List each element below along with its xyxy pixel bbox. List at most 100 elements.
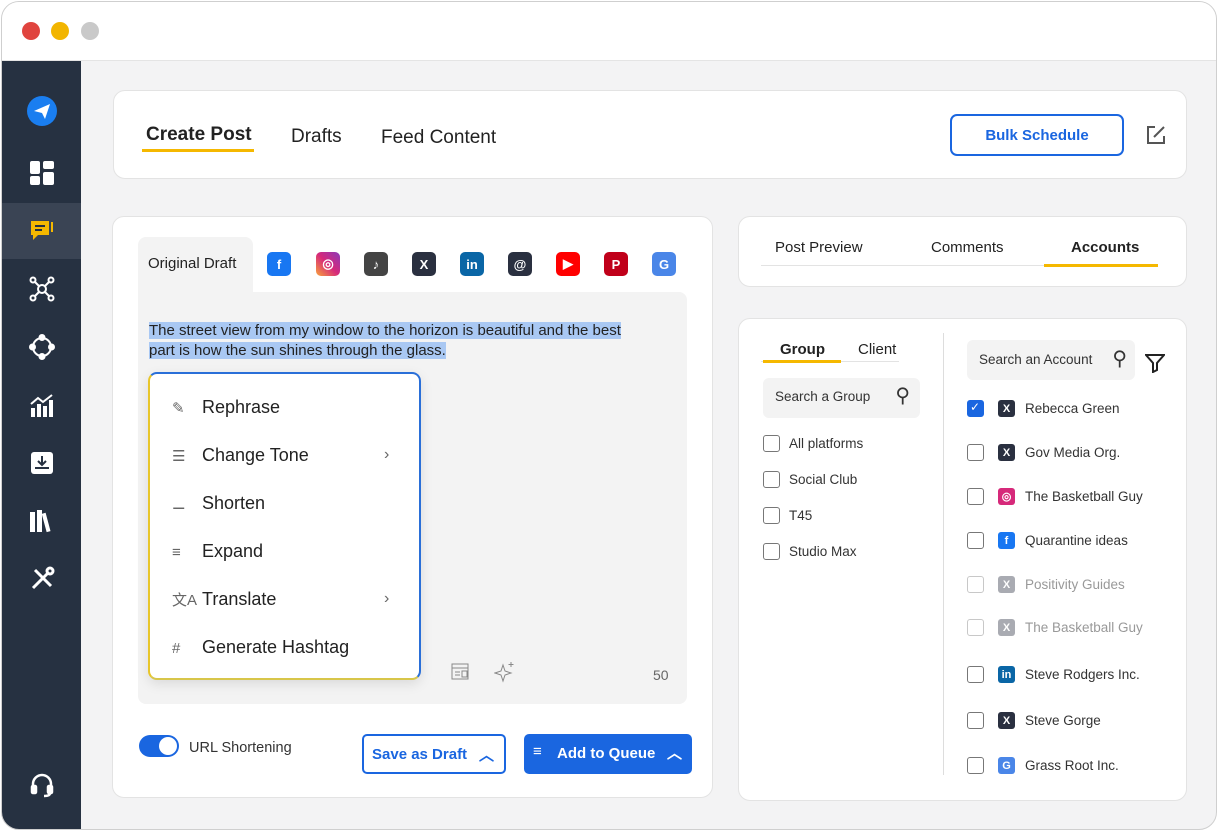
account-checkbox[interactable] xyxy=(967,532,984,549)
close-window-button[interactable] xyxy=(22,22,40,40)
library-icon[interactable] xyxy=(2,493,81,549)
group-checkbox[interactable] xyxy=(763,435,780,452)
account-checkbox[interactable] xyxy=(967,619,984,636)
active-tab-underline xyxy=(1044,264,1158,267)
post-text[interactable]: The street view from my window to the ho… xyxy=(149,321,621,361)
linkedin-icon[interactable]: in xyxy=(460,252,484,276)
ai-assist-menu xyxy=(148,372,421,680)
linkedin-icon: in xyxy=(998,666,1015,683)
dashboard-icon[interactable] xyxy=(2,145,81,201)
group-checkbox[interactable] xyxy=(763,507,780,524)
x-icon: X xyxy=(998,400,1015,417)
bulk-schedule-button[interactable]: Bulk Schedule xyxy=(950,114,1124,156)
group-checkbox[interactable] xyxy=(763,543,780,560)
account-checkbox[interactable] xyxy=(967,757,984,774)
x-icon: X xyxy=(998,619,1015,636)
filter-icon[interactable] xyxy=(1145,353,1165,373)
group-checkbox[interactable] xyxy=(763,471,780,488)
account-name: Quarantine ideas xyxy=(1025,533,1128,548)
active-tab-underline xyxy=(763,360,841,363)
menu-item-expand[interactable]: ≡Expand xyxy=(172,541,263,562)
chevron-up-icon[interactable]: ︿ xyxy=(479,744,494,765)
url-shortening-label: URL Shortening xyxy=(189,740,292,756)
account-checkbox[interactable]: ✓ xyxy=(967,400,984,417)
url-shortening-toggle[interactable] xyxy=(139,735,179,757)
account-checkbox[interactable] xyxy=(967,712,984,729)
tab-comments[interactable]: Comments xyxy=(931,239,1004,256)
tab-client[interactable]: Client xyxy=(858,341,896,358)
chevron-right-icon: › xyxy=(384,590,389,608)
queue-icon: ≡ xyxy=(533,743,542,760)
tab-create-post[interactable]: Create Post xyxy=(146,124,252,146)
threads-icon[interactable]: @ xyxy=(508,252,532,276)
instagram-icon[interactable]: ◎ xyxy=(316,252,340,276)
menu-item-translate[interactable]: 文ATranslate xyxy=(172,589,276,610)
chevron-up-icon[interactable]: ︿ xyxy=(667,742,682,763)
column-divider xyxy=(943,333,944,775)
facebook-icon[interactable]: f xyxy=(267,252,291,276)
google-business-icon[interactable]: G xyxy=(652,252,676,276)
search-icon[interactable]: ⚲ xyxy=(895,383,910,408)
translate-icon: 文A xyxy=(172,589,202,610)
ai-sparkle-icon[interactable] xyxy=(494,661,516,683)
menu-item-generate-hashtag[interactable]: #Generate Hashtag xyxy=(172,637,349,658)
title-bar xyxy=(2,2,1216,61)
account-name: The Basketball Guy xyxy=(1025,620,1143,635)
support-icon[interactable] xyxy=(2,757,81,813)
facebook-icon: f xyxy=(998,532,1015,549)
x-icon[interactable]: X xyxy=(412,252,436,276)
google-business-icon: G xyxy=(998,757,1015,774)
tab-post-preview[interactable]: Post Preview xyxy=(775,239,863,256)
account-name: Steve Gorge xyxy=(1025,713,1101,728)
chevron-right-icon: › xyxy=(384,446,389,464)
account-checkbox[interactable] xyxy=(967,666,984,683)
sliders-icon: ☰ xyxy=(172,447,202,465)
search-icon[interactable]: ⚲ xyxy=(1112,346,1127,371)
x-icon: X xyxy=(998,712,1015,729)
account-name: Positivity Guides xyxy=(1025,577,1125,592)
account-name: Gov Media Org. xyxy=(1025,445,1120,460)
active-tab-underline xyxy=(142,149,254,152)
search-group-input[interactable]: Search a Group⚲ xyxy=(763,378,920,418)
tiktok-icon[interactable]: ♪ xyxy=(364,252,388,276)
account-name: Grass Root Inc. xyxy=(1025,758,1119,773)
search-account-input[interactable]: Search an Account⚲ xyxy=(967,340,1135,380)
youtube-icon[interactable]: ▶ xyxy=(556,252,580,276)
edit-icon[interactable] xyxy=(1146,125,1166,145)
layout-icon[interactable] xyxy=(451,663,471,681)
tab-accounts[interactable]: Accounts xyxy=(1071,239,1139,256)
maximize-window-button[interactable] xyxy=(81,22,99,40)
inbox-icon[interactable] xyxy=(2,435,81,491)
preview-tabs-card: Post Preview Comments Accounts xyxy=(738,216,1187,287)
tools-icon[interactable] xyxy=(2,551,81,607)
menu-item-change-tone[interactable]: ☰Change Tone xyxy=(172,445,309,466)
minimize-window-button[interactable] xyxy=(51,22,69,40)
x-icon: X xyxy=(998,444,1015,461)
analytics-icon[interactable] xyxy=(2,378,81,434)
tab-drafts[interactable]: Drafts xyxy=(291,126,342,148)
pinterest-icon[interactable]: P xyxy=(604,252,628,276)
tab-original-draft[interactable]: Original Draft xyxy=(138,237,253,293)
x-icon: X xyxy=(998,576,1015,593)
group-label: Social Club xyxy=(789,472,857,487)
tab-group[interactable]: Group xyxy=(780,341,825,358)
short-lines-icon: ⚊ xyxy=(172,495,202,513)
tab-feed-content[interactable]: Feed Content xyxy=(381,127,496,149)
save-as-draft-button[interactable]: Save as Draft︿ xyxy=(362,734,506,774)
posts-icon[interactable] xyxy=(2,203,81,259)
account-name: Rebecca Green xyxy=(1025,401,1120,416)
lines-icon: ≡ xyxy=(172,544,202,561)
menu-item-rephrase[interactable]: ✎Rephrase xyxy=(172,397,280,418)
group-label: Studio Max xyxy=(789,544,857,559)
menu-item-shorten[interactable]: ⚊Shorten xyxy=(172,493,265,514)
instagram-icon: ◎ xyxy=(998,488,1015,505)
account-checkbox[interactable] xyxy=(967,488,984,505)
account-checkbox[interactable] xyxy=(967,444,984,461)
add-to-queue-button[interactable]: ≡Add to Queue︿ xyxy=(524,734,692,774)
logo-icon[interactable] xyxy=(2,83,81,139)
engage-icon[interactable] xyxy=(2,319,81,375)
account-checkbox[interactable] xyxy=(967,576,984,593)
account-name: Steve Rodgers Inc. xyxy=(1025,667,1140,682)
network-icon[interactable] xyxy=(2,261,81,317)
hashtag-icon: # xyxy=(172,640,202,657)
